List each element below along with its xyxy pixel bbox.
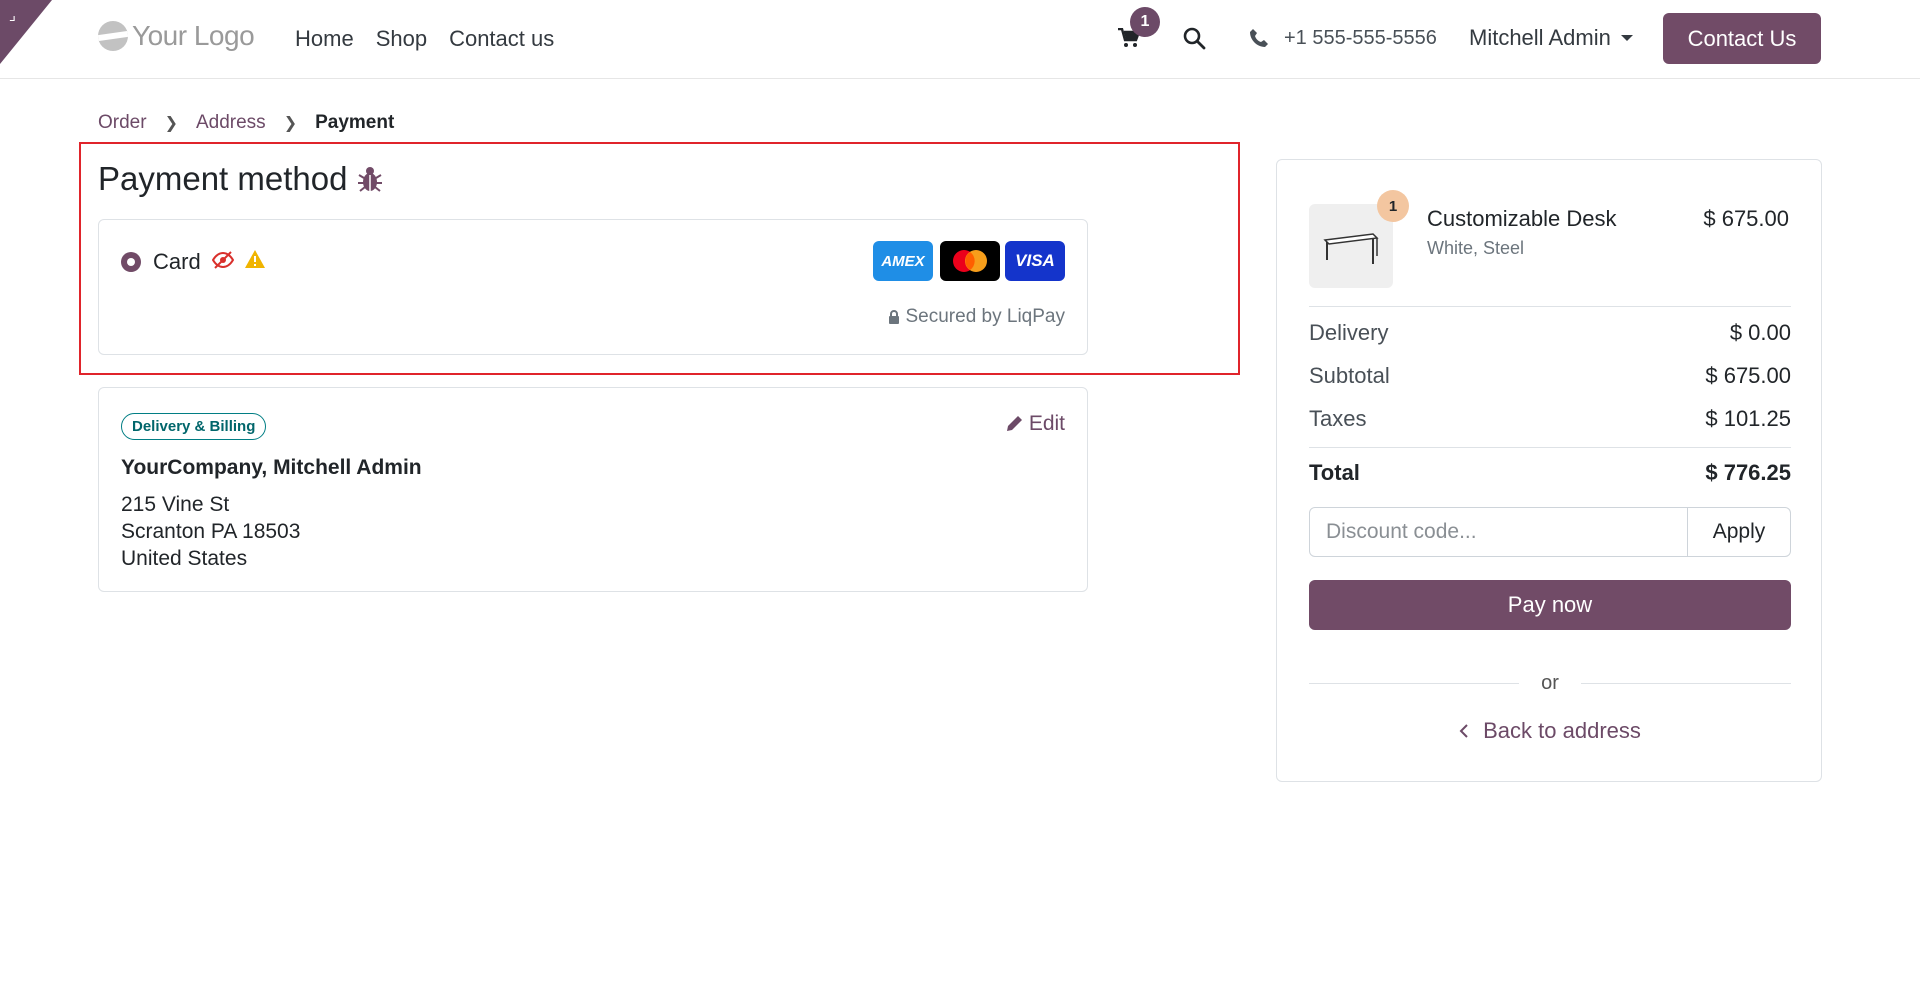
phone-number[interactable]: +1 555-555-5556 xyxy=(1284,27,1437,50)
taxes-value: $ 101.25 xyxy=(1705,406,1791,431)
site-logo[interactable]: Your Logo xyxy=(98,20,255,52)
subtotal-value: $ 675.00 xyxy=(1705,363,1791,388)
summary-row-taxes: Taxes $ 101.25 xyxy=(1309,406,1791,432)
visa-logo: VISA xyxy=(1005,241,1065,281)
nav-shop[interactable]: Shop xyxy=(376,26,427,52)
amex-logo: AMEX xyxy=(873,241,933,281)
phone-icon xyxy=(1250,29,1268,47)
total-value: $ 776.25 xyxy=(1705,460,1791,485)
subtotal-label: Subtotal xyxy=(1309,363,1390,388)
logo-mark-icon xyxy=(98,21,128,51)
main-nav: Home Shop Contact us xyxy=(295,26,554,52)
checkout-breadcrumb: Order ❯ Address ❯ Payment xyxy=(98,112,394,134)
back-label: Back to address xyxy=(1483,718,1641,743)
eye-slash-icon xyxy=(212,251,234,269)
cart-count-badge: 1 xyxy=(1130,7,1160,37)
taxes-label: Taxes xyxy=(1309,406,1367,431)
address-lines: 215 Vine St Scranton PA 18503 United Sta… xyxy=(121,491,300,572)
pay-now-button[interactable]: Pay now xyxy=(1309,580,1791,630)
back-to-address-link[interactable]: Back to address xyxy=(1277,718,1823,744)
payment-method-title: Payment method xyxy=(98,160,348,197)
breadcrumb-payment: Payment xyxy=(315,112,395,133)
user-menu-dropdown[interactable]: Mitchell Admin xyxy=(1469,25,1633,51)
chevron-right-icon: ❯ xyxy=(283,115,298,132)
chevron-left-icon xyxy=(1459,724,1468,738)
address-line: United States xyxy=(121,547,248,570)
warning-icon xyxy=(245,250,265,268)
total-label: Total xyxy=(1309,460,1360,485)
summary-row-subtotal: Subtotal $ 675.00 xyxy=(1309,363,1791,389)
caret-down-icon xyxy=(1620,35,1633,41)
search-icon xyxy=(1183,27,1206,50)
address-name: YourCompany, Mitchell Admin xyxy=(121,456,422,479)
delivery-label: Delivery xyxy=(1309,320,1389,345)
secured-by-text: Secured by LiqPay xyxy=(905,306,1066,327)
nav-contact[interactable]: Contact us xyxy=(449,26,554,52)
address-line: Scranton PA 18503 xyxy=(121,520,301,543)
nav-home[interactable]: Home xyxy=(295,26,354,52)
breadcrumb-order[interactable]: Order xyxy=(98,112,147,134)
summary-row-delivery: Delivery $ 0.00 xyxy=(1309,320,1791,346)
bug-icon[interactable] xyxy=(357,165,383,193)
product-qty-badge: 1 xyxy=(1377,190,1409,222)
chevron-right-icon: ❯ xyxy=(164,115,178,132)
logo-text: Your Logo xyxy=(132,20,255,51)
product-variant: White, Steel xyxy=(1427,238,1525,258)
order-summary: 1 Customizable Desk White, Steel $ 675.0… xyxy=(1276,159,1822,782)
user-name: Mitchell Admin xyxy=(1469,25,1611,50)
product-price: $ 675.00 xyxy=(1703,206,1789,231)
cart-button[interactable]: 1 xyxy=(1118,7,1160,54)
mastercard-circles-icon xyxy=(953,250,987,272)
edit-label: Edit xyxy=(1028,412,1065,435)
card-radio[interactable] xyxy=(121,252,141,272)
or-separator: or xyxy=(1309,672,1791,695)
payment-method-heading: Payment method xyxy=(98,160,383,198)
or-label: or xyxy=(1541,672,1559,694)
pencil-icon xyxy=(1006,416,1022,431)
payment-option-card[interactable]: Card AMEX VISA Secured by LiqPay xyxy=(98,219,1088,355)
apply-discount-button[interactable]: Apply xyxy=(1688,507,1791,557)
card-label: Card xyxy=(153,249,201,274)
discount-form: Apply xyxy=(1309,507,1791,557)
breadcrumb-address[interactable]: Address xyxy=(196,112,266,134)
delivery-billing-badge: Delivery & Billing xyxy=(121,413,267,440)
divider xyxy=(1309,306,1791,307)
address-card: Delivery & Billing Edit YourCompany, Mit… xyxy=(98,387,1088,592)
search-button[interactable] xyxy=(1182,26,1206,55)
divider xyxy=(1309,447,1791,448)
mastercard-logo xyxy=(940,241,1000,281)
site-header: Your Logo Home Shop Contact us 1 +1 555-… xyxy=(0,0,1920,79)
lock-icon xyxy=(888,310,899,324)
discount-code-input[interactable] xyxy=(1309,507,1688,557)
address-line: 215 Vine St xyxy=(121,493,230,516)
edit-address-link[interactable]: Edit xyxy=(1005,412,1065,436)
secured-by-note: Secured by LiqPay xyxy=(888,306,1066,328)
delivery-value: $ 0.00 xyxy=(1729,320,1791,345)
product-name[interactable]: Customizable Desk xyxy=(1427,206,1617,232)
summary-row-total: Total $ 776.25 xyxy=(1309,460,1791,486)
contact-us-button[interactable]: Contact Us xyxy=(1663,13,1821,64)
